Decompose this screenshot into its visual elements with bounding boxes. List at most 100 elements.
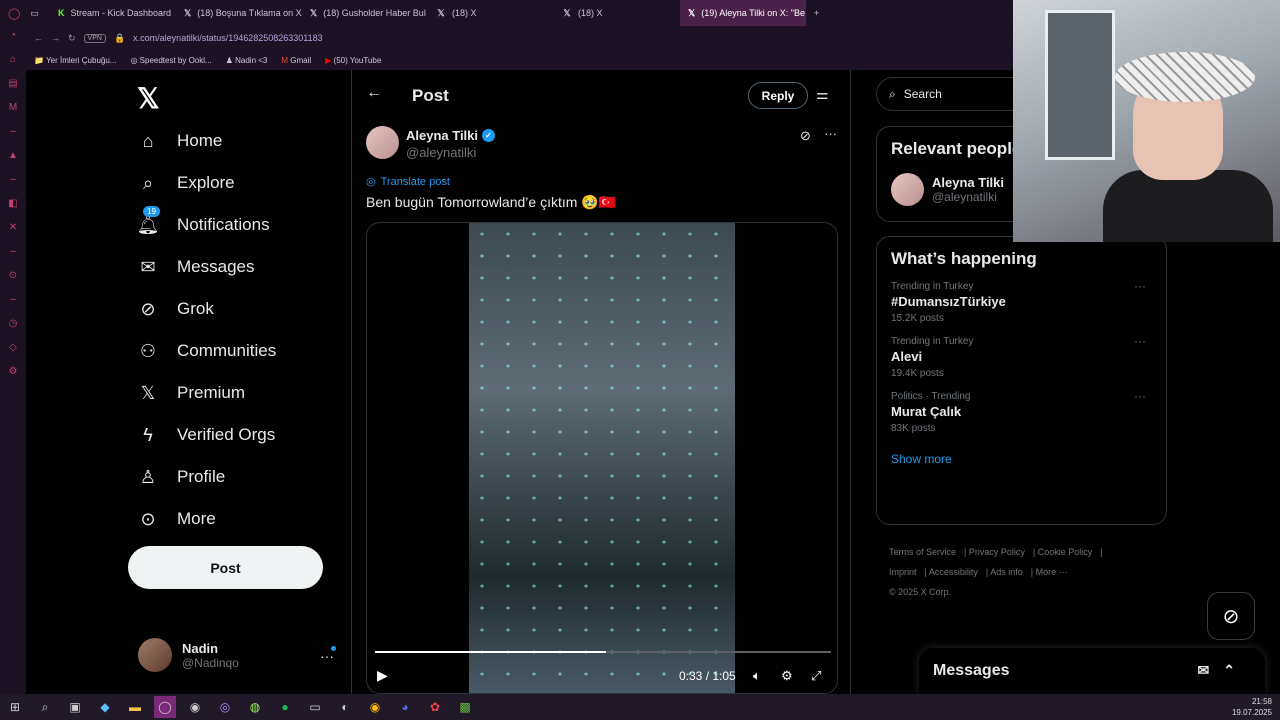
spotify-icon[interactable]: ●: [274, 696, 296, 718]
minecraft-icon[interactable]: ▩: [454, 696, 476, 718]
opera-taskbar-icon[interactable]: ◯: [154, 696, 176, 718]
discord-icon[interactable]: ◕: [394, 696, 416, 718]
settings-gear-icon[interactable]: ⚙: [781, 668, 793, 684]
opera-logo-icon[interactable]: ◯: [8, 7, 20, 20]
settings-icon[interactable]: ⚙: [9, 366, 18, 377]
author-handle[interactable]: @aleynatilki: [406, 145, 476, 160]
play-icon[interactable]: ▶: [377, 667, 388, 684]
grok-floating-button[interactable]: ⊘: [1207, 592, 1255, 640]
bookmark-nadin[interactable]: ♟ Nadin <3: [226, 56, 268, 65]
extensions-icon[interactable]: ◇: [9, 342, 17, 353]
tab-label: (18) X: [578, 8, 603, 18]
video-progress-bar[interactable]: [375, 651, 831, 653]
player-icon[interactable]: ⊙: [9, 270, 17, 281]
url-field[interactable]: x.com/aleynatilki/status/194628250826330…: [133, 33, 322, 43]
new-tab-button[interactable]: +: [806, 0, 830, 26]
author-name-row[interactable]: Aleyna Tilki ✓: [406, 128, 496, 143]
fullscreen-icon[interactable]: ⤢: [811, 668, 821, 684]
bookmark-speedtest[interactable]: ◎ Speedtest by Ookl...: [130, 56, 211, 65]
nav-more[interactable]: ⊙ More: [137, 508, 215, 530]
nav-label: Verified Orgs: [177, 425, 276, 444]
tab-x-1[interactable]: 𝕏 (18) Boşuna Tıklama on X:: [176, 0, 302, 26]
bookmark-folder[interactable]: 📁 Yer İmleri Çubuğu...: [34, 56, 116, 65]
folder-icon[interactable]: ▭: [304, 696, 326, 718]
tab-kick[interactable]: K Stream - Kick Dashboard: [50, 0, 176, 26]
footer-link[interactable]: Terms of Service: [889, 547, 956, 557]
messages-drawer[interactable]: Messages ✉ ⌃: [919, 648, 1265, 694]
trend-more-icon[interactable]: ···: [1134, 334, 1146, 348]
x-sidebar-icon[interactable]: ✕: [9, 222, 17, 233]
translate-post-link[interactable]: ◎ Translate post: [366, 175, 450, 189]
bookmark-youtube[interactable]: ▶ (50) YouTube: [325, 56, 381, 65]
reload-icon[interactable]: ↻: [68, 33, 76, 44]
mail-icon[interactable]: M: [9, 102, 17, 113]
wallet-icon[interactable]: ▤: [8, 78, 17, 89]
copilot-icon[interactable]: ◆: [94, 696, 116, 718]
trend-more-icon[interactable]: ···: [1134, 279, 1146, 293]
tab-x-active[interactable]: 𝕏(19) Aleyna Tilki on X: "Be✕: [680, 0, 806, 26]
volume-icon[interactable]: 🔈︎: [753, 668, 761, 684]
nav-verified-orgs[interactable]: ϟ Verified Orgs: [137, 424, 275, 446]
nav-communities[interactable]: ⚇ Communities: [137, 340, 276, 362]
youtube-icon: ▶: [325, 55, 332, 65]
forward-arrow-icon[interactable]: →: [51, 33, 60, 43]
chrome-icon[interactable]: ◉: [364, 696, 386, 718]
nav-notifications[interactable]: 🔔︎ 19 Notifications: [137, 206, 270, 236]
tab-x-4[interactable]: 𝕏 (18) X: [554, 0, 680, 26]
show-more-link[interactable]: Show more: [877, 434, 1166, 484]
steam-icon[interactable]: ◉: [184, 696, 206, 718]
footer-link[interactable]: Imprint: [889, 567, 917, 577]
post-more-icon[interactable]: ···: [824, 126, 837, 141]
reply-button[interactable]: Reply: [748, 82, 808, 109]
nav-home[interactable]: ⌂ Home: [137, 130, 223, 152]
nav-grok[interactable]: ⊘ Grok: [137, 298, 213, 320]
history-icon[interactable]: ◔: [10, 30, 16, 41]
trend-more-icon[interactable]: ···: [1134, 389, 1146, 403]
tab-menu[interactable]: ◯ ▭: [0, 0, 50, 26]
back-arrow-icon[interactable]: ←: [34, 33, 43, 43]
trend-item[interactable]: Trending in Turkey Alevi 19.4K posts ···: [877, 324, 1166, 379]
file-explorer-icon[interactable]: ▬: [124, 696, 146, 718]
obs-icon[interactable]: ◎: [214, 696, 236, 718]
account-switcher[interactable]: Nadin @Nadinqo: [138, 638, 239, 672]
vpn-badge[interactable]: VPN: [83, 33, 106, 43]
task-view-icon[interactable]: ▣: [64, 696, 86, 718]
footer-link[interactable]: Cookie Policy: [1038, 547, 1093, 557]
post-button[interactable]: Post: [128, 546, 323, 589]
bookmark-gmail[interactable]: M Gmail: [281, 56, 311, 65]
app-icon[interactable]: ◍: [244, 696, 266, 718]
windows-start-icon[interactable]: ⊞: [4, 696, 26, 718]
footer-link[interactable]: Ads info: [990, 567, 1023, 577]
aria-icon[interactable]: ▲: [8, 150, 18, 161]
tab-x-2[interactable]: 𝕏 (18) Gusholder Haber Bul: [302, 0, 428, 26]
avatar: [891, 173, 924, 206]
filter-sliders-icon[interactable]: ⚌: [816, 86, 829, 103]
github-icon[interactable]: ◐: [334, 696, 356, 718]
nav-explore[interactable]: ⌕ Explore: [137, 172, 235, 194]
video-player[interactable]: ▶ 0:33 / 1:05 🔈︎ ⚙ ⤢: [366, 222, 838, 694]
workspace-icon[interactable]: ⌂: [10, 54, 16, 65]
clock-icon[interactable]: ◷: [9, 318, 18, 329]
trend-item[interactable]: Trending in Turkey #DumansızTürkiye 15.2…: [877, 269, 1166, 324]
new-message-icon[interactable]: ✉: [1198, 662, 1210, 679]
nav-messages[interactable]: ✉ Messages: [137, 256, 254, 278]
search-icon[interactable]: ⌕: [34, 696, 56, 718]
back-arrow-icon[interactable]: ←: [366, 84, 382, 102]
footer-link[interactable]: Privacy Policy: [969, 547, 1025, 557]
video-frame[interactable]: [469, 223, 735, 693]
footer-link[interactable]: More ···: [1036, 567, 1068, 577]
trend-item[interactable]: Politics · Trending Murat Çalık 83K post…: [877, 379, 1166, 434]
tab-x-3[interactable]: 𝕏 (18) X: [428, 0, 554, 26]
footer-link[interactable]: Accessibility: [929, 567, 978, 577]
system-clock[interactable]: 21:58 19.07.2025: [1232, 696, 1272, 718]
grok-explain-icon[interactable]: ⊘: [800, 128, 811, 144]
expand-chevron-icon[interactable]: ⌃: [1223, 662, 1235, 679]
author-avatar[interactable]: [366, 126, 399, 159]
twitch-icon[interactable]: ◧: [8, 198, 17, 209]
color-app-icon[interactable]: ✿: [424, 696, 446, 718]
tab-overview-icon[interactable]: ▭: [30, 8, 39, 19]
x-logo-icon[interactable]: 𝕏: [137, 82, 160, 115]
relevant-handle: @aleynatilki: [932, 190, 997, 204]
nav-profile[interactable]: ♙ Profile: [137, 466, 225, 488]
nav-premium[interactable]: 𝕏 Premium: [137, 382, 245, 404]
